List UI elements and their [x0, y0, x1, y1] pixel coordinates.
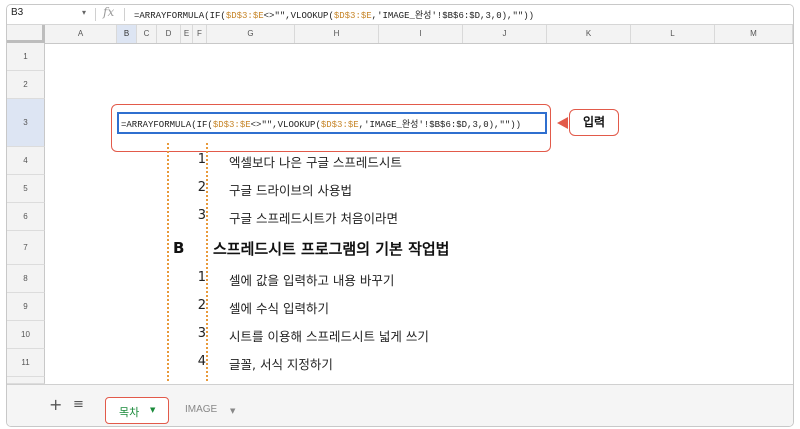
formula-prefix: =ARRAYFORMULA(IF(	[134, 11, 226, 21]
row-header-9[interactable]: 9	[7, 293, 45, 321]
list-item[interactable]: 글꼴, 서식 지정하기	[229, 354, 333, 373]
cell-formula-ref: $D$3:$E	[212, 120, 251, 130]
item-number: 4	[197, 354, 206, 369]
row-header-4[interactable]: 4	[7, 147, 45, 175]
sheet-tab-bar: + ≡ 목차 ▼ IMAGE ▼	[7, 384, 793, 426]
row-header-7[interactable]: 7	[7, 231, 45, 265]
add-sheet-button[interactable]: +	[49, 395, 62, 414]
select-all-corner[interactable]	[7, 25, 45, 43]
list-item[interactable]: 엑셀보다 나은 구글 스프레드시트	[229, 152, 402, 171]
chevron-down-icon[interactable]: ▼	[150, 406, 155, 414]
column-header-i[interactable]: I	[379, 25, 463, 43]
formula-bar: B3 ▾ fx =ARRAYFORMULA(IF($D$3:$E<>"",VLO…	[7, 5, 793, 25]
cell-formula-prefix: =ARRAYFORMULA(IF(	[121, 120, 213, 130]
formula-middle: <>"",VLOOKUP(	[263, 11, 334, 21]
column-header-g[interactable]: G	[207, 25, 295, 43]
column-header-d[interactable]: D	[157, 25, 181, 43]
fx-icon: fx	[103, 5, 115, 19]
all-sheets-menu-icon[interactable]: ≡	[73, 397, 84, 412]
sheet-tab-toc[interactable]: 목차 ▼	[105, 397, 169, 424]
row-header-2[interactable]: 2	[7, 71, 45, 99]
row-header-10[interactable]: 10	[7, 321, 45, 349]
cell-formula-text: =ARRAYFORMULA(IF($D$3:$E<>"",VLOOKUP($D$…	[121, 117, 521, 130]
formula-range-ref: $D$3:$E	[333, 11, 372, 21]
list-item[interactable]: 셀에 값을 입력하고 내용 바꾸기	[229, 270, 394, 289]
item-number: 1	[197, 152, 206, 167]
item-number: 2	[197, 180, 206, 195]
item-number: 3	[197, 208, 206, 223]
column-header-k[interactable]: K	[547, 25, 631, 43]
formula-suffix: ,'IMAGE_완성'!$B$6:$D,3,0),""))	[371, 11, 535, 21]
name-box-dropdown-icon[interactable]: ▾	[82, 8, 86, 17]
item-number: 2	[197, 298, 206, 313]
column-header-e[interactable]: E	[181, 25, 193, 43]
spreadsheet-window: B3 ▾ fx =ARRAYFORMULA(IF($D$3:$E<>"",VLO…	[6, 4, 794, 427]
row-header-1[interactable]: 1	[7, 43, 45, 71]
cell-formula-middle: <>"",VLOOKUP(	[250, 120, 321, 130]
divider	[95, 8, 96, 21]
column-header-c[interactable]: C	[137, 25, 157, 43]
column-header-b[interactable]: B	[117, 25, 137, 43]
list-item[interactable]: 구글 스프레드시트가 처음이라면	[229, 208, 398, 227]
dotted-guide-line	[206, 143, 208, 381]
row-header-11[interactable]: 11	[7, 349, 45, 377]
section-letter: B	[173, 239, 185, 257]
section-title: 스프레드시트 프로그램의 기본 작업법	[213, 240, 450, 258]
list-item[interactable]: 구글 드라이브의 사용법	[229, 180, 352, 199]
row-header-12[interactable]	[7, 377, 45, 384]
list-item[interactable]: 시트를 이용해 스프레드시트 넓게 쓰기	[229, 326, 429, 345]
column-header-l[interactable]: L	[631, 25, 715, 43]
selected-cell-b3[interactable]: =ARRAYFORMULA(IF($D$3:$E<>"",VLOOKUP($D$…	[117, 112, 547, 134]
name-box[interactable]: B3	[11, 7, 23, 18]
row-header-6[interactable]: 6	[7, 203, 45, 231]
column-header-f[interactable]: F	[193, 25, 207, 43]
column-header-bar: A B C D E F G H I J K L M	[7, 25, 793, 44]
cell-formula-suffix: ,'IMAGE_완성'!$B$6:$D,3,0),""))	[358, 120, 522, 130]
divider	[124, 8, 125, 21]
column-header-j[interactable]: J	[463, 25, 547, 43]
chevron-down-icon[interactable]: ▼	[230, 407, 235, 415]
column-header-h[interactable]: H	[295, 25, 379, 43]
sheet-tab-label: 목차	[119, 406, 140, 419]
formula-range-ref: $D$3:$E	[225, 11, 264, 21]
row-header-3[interactable]: 3	[7, 99, 45, 147]
sheet-tab-image[interactable]: IMAGE	[185, 404, 217, 415]
formula-input[interactable]: =ARRAYFORMULA(IF($D$3:$E<>"",VLOOKUP($D$…	[134, 8, 534, 21]
column-header-m[interactable]: M	[715, 25, 793, 43]
item-number: 1	[197, 270, 206, 285]
callout-arrow-icon	[557, 117, 568, 129]
callout-label: 입력	[569, 109, 619, 136]
item-number: 3	[197, 326, 206, 341]
row-header-5[interactable]: 5	[7, 175, 45, 203]
cell-formula-ref: $D$3:$E	[320, 120, 359, 130]
row-header-8[interactable]: 8	[7, 265, 45, 293]
list-item[interactable]: 셀에 수식 입력하기	[229, 298, 329, 317]
dotted-guide-line	[167, 143, 169, 381]
column-header-a[interactable]: A	[45, 25, 117, 43]
